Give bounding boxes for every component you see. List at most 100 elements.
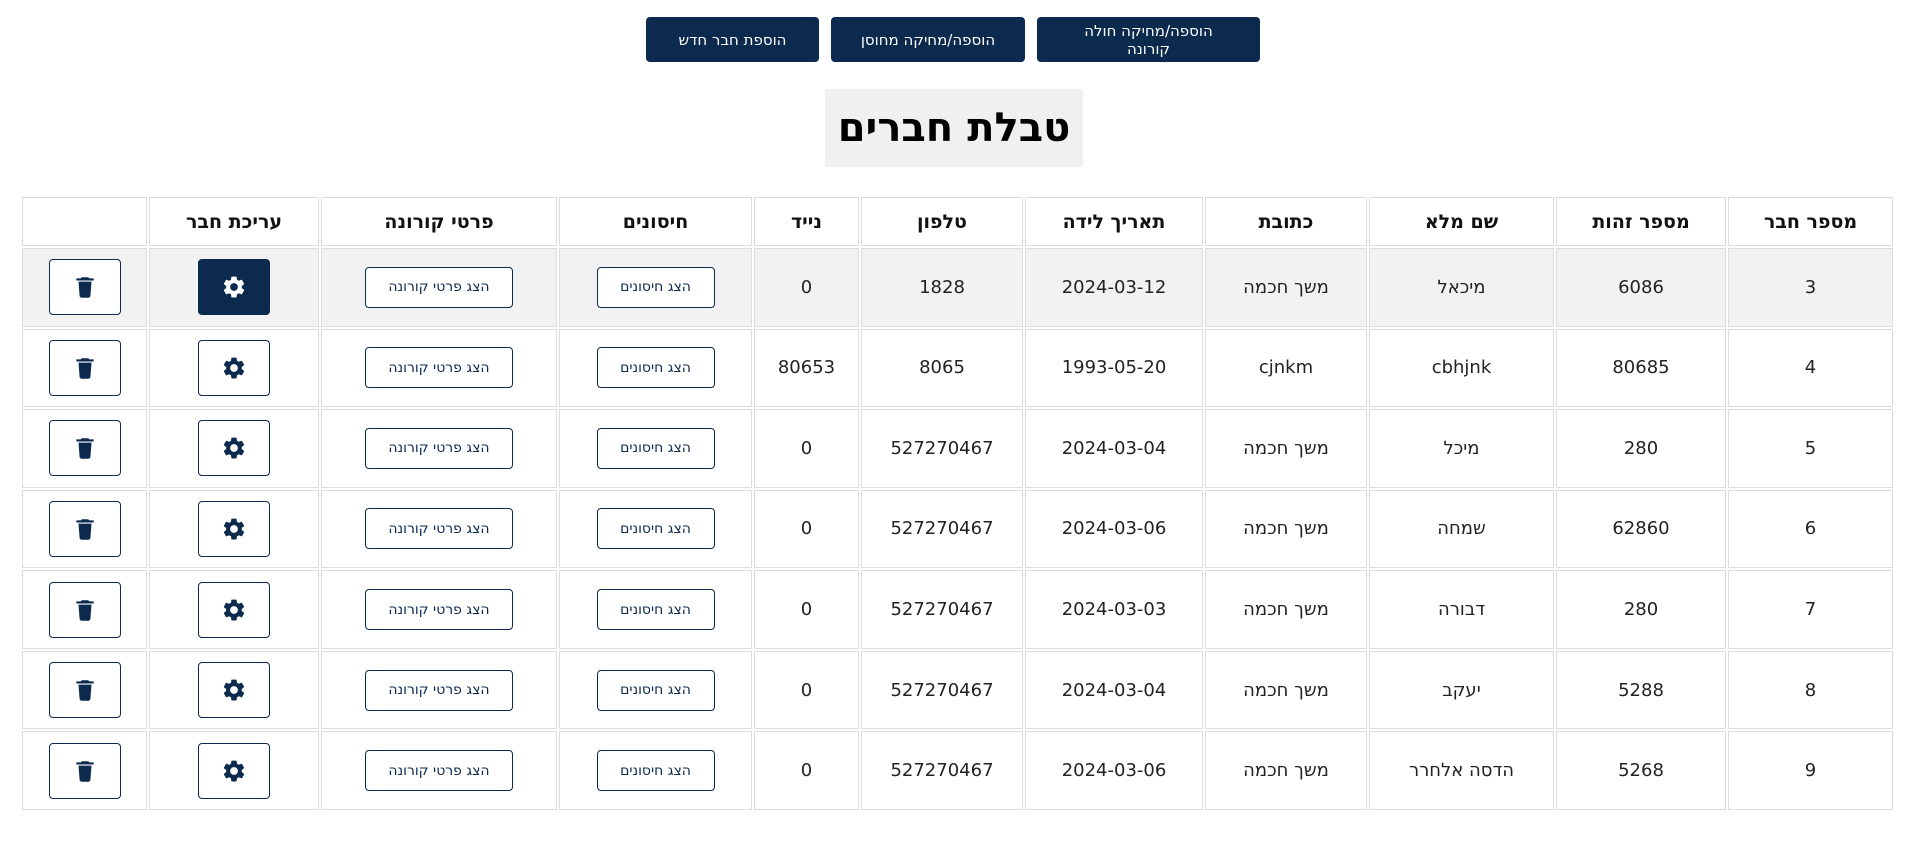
cell-vaccines: הצג חיסונים bbox=[559, 570, 752, 649]
cell-mobile: 0 bbox=[754, 489, 859, 569]
show-corona-details-button[interactable]: הצג פרטי קורונה bbox=[365, 750, 513, 792]
show-vaccines-button[interactable]: הצג חיסונים bbox=[596, 266, 715, 308]
show-corona-details-button[interactable]: הצג פרטי קורונה bbox=[365, 347, 513, 389]
add-new-member-button[interactable]: הוספת חבר חדש bbox=[646, 17, 819, 62]
cell-delete bbox=[22, 328, 147, 408]
gear-icon bbox=[223, 679, 245, 701]
cell-id-no: 280 bbox=[1556, 409, 1726, 488]
gear-icon bbox=[223, 599, 245, 621]
cell-phone: 527270467 bbox=[861, 489, 1023, 569]
edit-member-button[interactable] bbox=[198, 420, 270, 477]
cell-address: משך חכמה bbox=[1205, 650, 1367, 730]
header-edit: עריכת חבר bbox=[149, 197, 319, 246]
delete-member-button[interactable] bbox=[48, 259, 121, 316]
show-vaccines-button[interactable]: הצג חיסונים bbox=[596, 427, 715, 469]
cell-vaccines: הצג חיסונים bbox=[559, 650, 752, 730]
edit-member-button[interactable] bbox=[198, 500, 270, 557]
cell-member-no: 3 bbox=[1728, 248, 1893, 327]
header-id-no: מספר זהות bbox=[1556, 197, 1726, 246]
cell-vaccines: הצג חיסונים bbox=[559, 731, 752, 810]
edit-member-button[interactable] bbox=[198, 339, 270, 396]
page-title: טבלת חברים bbox=[837, 105, 1071, 151]
trash-icon bbox=[75, 519, 94, 540]
cell-full-name: יעקב bbox=[1369, 650, 1554, 730]
gear-icon bbox=[223, 276, 245, 298]
cell-edit bbox=[149, 409, 319, 488]
gear-icon bbox=[223, 760, 245, 782]
trash-icon bbox=[75, 358, 94, 379]
delete-member-button[interactable] bbox=[48, 581, 121, 638]
cell-birth-date: 2024-03-04 bbox=[1025, 650, 1203, 730]
cell-corona: הצג פרטי קורונה bbox=[321, 409, 557, 488]
show-vaccines-button[interactable]: הצג חיסונים bbox=[596, 669, 715, 711]
cell-mobile: 0 bbox=[754, 248, 859, 327]
edit-member-button[interactable] bbox=[198, 742, 270, 799]
show-corona-details-button[interactable]: הצג פרטי קורונה bbox=[365, 589, 513, 631]
show-vaccines-button[interactable]: הצג חיסונים bbox=[596, 508, 715, 550]
header-delete bbox=[22, 197, 147, 246]
show-corona-details-button[interactable]: הצג פרטי קורונה bbox=[365, 266, 513, 308]
show-vaccines-button[interactable]: הצג חיסונים bbox=[596, 347, 715, 389]
table-row: 6 62860 שמחה משך חכמה 2024-03-06 5272704… bbox=[22, 489, 1893, 569]
cell-vaccines: הצג חיסונים bbox=[559, 489, 752, 569]
cell-corona: הצג פרטי קורונה bbox=[321, 731, 557, 810]
header-birth-date: תאריך לידה bbox=[1025, 197, 1203, 246]
cell-id-no: 6086 bbox=[1556, 248, 1726, 327]
cell-corona: הצג פרטי קורונה bbox=[321, 650, 557, 730]
cell-delete bbox=[22, 489, 147, 569]
delete-member-button[interactable] bbox=[48, 420, 121, 477]
header-vaccines: חיסונים bbox=[559, 197, 752, 246]
table-row: 4 80685 cbhjnk cjnkm 1993-05-20 8065 806… bbox=[22, 328, 1893, 408]
cell-member-no: 8 bbox=[1728, 650, 1893, 730]
edit-member-button[interactable] bbox=[198, 259, 270, 316]
cell-edit bbox=[149, 650, 319, 730]
show-corona-details-button[interactable]: הצג פרטי קורונה bbox=[365, 427, 513, 469]
cell-full-name: דבורה bbox=[1369, 570, 1554, 649]
cell-full-name: שמחה bbox=[1369, 489, 1554, 569]
show-vaccines-button[interactable]: הצג חיסונים bbox=[596, 750, 715, 792]
cell-phone: 527270467 bbox=[861, 731, 1023, 810]
cell-birth-date: 1993-05-20 bbox=[1025, 328, 1203, 408]
cell-address: משך חכמה bbox=[1205, 731, 1367, 810]
cell-address: משך חכמה bbox=[1205, 409, 1367, 488]
cell-mobile: 80653 bbox=[754, 328, 859, 408]
add-remove-vaccinated-button[interactable]: הוספה/מחיקה מחוסן bbox=[831, 17, 1025, 62]
trash-icon bbox=[75, 438, 94, 460]
cell-edit bbox=[149, 731, 319, 810]
trash-icon bbox=[75, 680, 94, 701]
cell-id-no: 62860 bbox=[1556, 489, 1726, 569]
cell-member-no: 5 bbox=[1728, 409, 1893, 488]
cell-corona: הצג פרטי קורונה bbox=[321, 570, 557, 649]
cell-corona: הצג פרטי קורונה bbox=[321, 328, 557, 408]
show-corona-details-button[interactable]: הצג פרטי קורונה bbox=[365, 669, 513, 711]
add-remove-corona-patient-button[interactable]: הוספה/מחיקה חולה קורונה bbox=[1037, 17, 1260, 62]
members-table: מספר חבר מספר זהות שם מלא כתובת תאריך לי… bbox=[20, 195, 1895, 812]
cell-birth-date: 2024-03-03 bbox=[1025, 570, 1203, 649]
show-corona-details-button[interactable]: הצג פרטי קורונה bbox=[365, 508, 513, 550]
cell-full-name: הדסה אלחרר bbox=[1369, 731, 1554, 810]
table-row: 5 280 מיכל משך חכמה 2024-03-04 527270467… bbox=[22, 409, 1893, 488]
edit-member-button[interactable] bbox=[198, 662, 270, 719]
cell-address: משך חכמה bbox=[1205, 248, 1367, 327]
cell-corona: הצג פרטי קורונה bbox=[321, 489, 557, 569]
edit-member-button[interactable] bbox=[198, 581, 270, 638]
delete-member-button[interactable] bbox=[48, 742, 121, 799]
cell-vaccines: הצג חיסונים bbox=[559, 248, 752, 327]
show-vaccines-button[interactable]: הצג חיסונים bbox=[596, 589, 715, 631]
delete-member-button[interactable] bbox=[48, 500, 121, 557]
cell-mobile: 0 bbox=[754, 570, 859, 649]
header-phone: טלפון bbox=[861, 197, 1023, 246]
cell-member-no: 7 bbox=[1728, 570, 1893, 649]
cell-address: משך חכמה bbox=[1205, 489, 1367, 569]
delete-member-button[interactable] bbox=[48, 662, 121, 719]
cell-edit bbox=[149, 570, 319, 649]
cell-birth-date: 2024-03-06 bbox=[1025, 731, 1203, 810]
cell-birth-date: 2024-03-06 bbox=[1025, 489, 1203, 569]
header-member-no: מספר חבר bbox=[1728, 197, 1893, 246]
delete-member-button[interactable] bbox=[48, 339, 121, 396]
cell-delete bbox=[22, 248, 147, 327]
cell-mobile: 0 bbox=[754, 409, 859, 488]
cell-phone: 527270467 bbox=[861, 409, 1023, 488]
header-address: כתובת bbox=[1205, 197, 1367, 246]
cell-vaccines: הצג חיסונים bbox=[559, 409, 752, 488]
